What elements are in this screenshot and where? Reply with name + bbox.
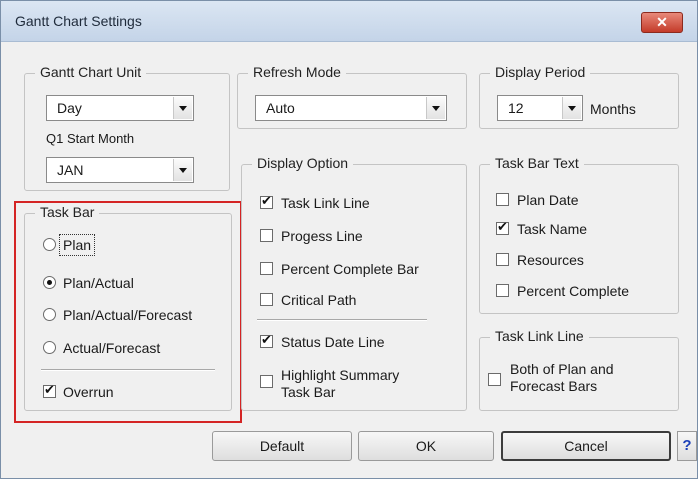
ok-button[interactable]: OK — [358, 431, 494, 461]
task-link-line-checkbox[interactable] — [260, 194, 273, 209]
refresh-mode-label: Refresh Mode — [248, 64, 346, 80]
q1-start-month-label: Q1 Start Month — [46, 131, 135, 146]
plan-actual-radio-label: Plan/Actual — [63, 275, 134, 291]
plan-radio[interactable] — [43, 238, 56, 251]
q1-start-month-select[interactable]: JAN — [46, 157, 194, 183]
gantt-unit-value: Day — [57, 100, 82, 116]
close-button[interactable]: ✕ — [641, 12, 683, 33]
help-icon: ? — [682, 437, 692, 454]
display-period-unit: Months — [590, 101, 636, 117]
plan-actual-radio[interactable] — [43, 276, 56, 289]
chevron-down-icon[interactable] — [173, 159, 192, 181]
percent-complete-checkbox[interactable] — [496, 284, 509, 297]
actual-forecast-radio-label: Actual/Forecast — [63, 340, 161, 356]
both-plan-forecast-label: Both of Plan and Forecast Bars — [510, 361, 614, 394]
plan-actual-forecast-radio-label: Plan/Actual/Forecast — [63, 307, 193, 323]
task-name-label: Task Name — [517, 221, 588, 237]
chevron-down-icon[interactable] — [562, 97, 581, 119]
status-date-line-checkbox[interactable] — [260, 333, 273, 348]
display-period-value: 12 — [508, 100, 524, 116]
task-link-line-group-label: Task Link Line — [490, 328, 589, 344]
percent-complete-bar-checkbox[interactable] — [260, 262, 273, 275]
title-bar: Gantt Chart Settings ✕ — [1, 1, 697, 42]
percent-complete-label: Percent Complete — [517, 283, 630, 299]
display-option-separator — [257, 319, 427, 321]
gantt-unit-select[interactable]: Day — [46, 95, 194, 121]
progess-line-label: Progess Line — [281, 228, 363, 244]
task-link-line-label: Task Link Line — [281, 195, 370, 211]
plan-date-label: Plan Date — [517, 192, 579, 208]
help-button[interactable]: ? — [677, 431, 697, 461]
default-button[interactable]: Default — [212, 431, 352, 461]
plan-radio-label: Plan — [63, 237, 92, 253]
chevron-down-icon[interactable] — [426, 97, 445, 119]
task-bar-text-label: Task Bar Text — [490, 155, 584, 171]
actual-forecast-radio[interactable] — [43, 341, 56, 354]
overrun-label: Overrun — [63, 384, 114, 400]
task-bar-separator — [41, 369, 215, 371]
chevron-down-icon[interactable] — [173, 97, 192, 119]
critical-path-label: Critical Path — [281, 292, 357, 308]
plan-date-checkbox[interactable] — [496, 193, 509, 206]
gantt-chart-unit-label: Gantt Chart Unit — [35, 64, 147, 80]
gantt-settings-dialog: Gantt Chart Settings ✕ Gantt Chart Unit … — [0, 0, 698, 479]
resources-label: Resources — [517, 252, 584, 268]
critical-path-checkbox[interactable] — [260, 293, 273, 306]
task-name-checkbox[interactable] — [496, 220, 509, 235]
progess-line-checkbox[interactable] — [260, 229, 273, 242]
display-option-label: Display Option — [252, 155, 354, 171]
close-icon: ✕ — [656, 14, 668, 30]
percent-complete-bar-label: Percent Complete Bar — [281, 261, 419, 277]
overrun-checkbox[interactable] — [43, 383, 56, 398]
refresh-mode-select[interactable]: Auto — [255, 95, 447, 121]
highlight-summary-checkbox[interactable] — [260, 375, 273, 388]
resources-checkbox[interactable] — [496, 253, 509, 266]
display-period-label: Display Period — [490, 64, 591, 80]
display-period-select[interactable]: 12 — [497, 95, 583, 121]
highlight-summary-label: Highlight Summary Task Bar — [281, 367, 400, 400]
window-title: Gantt Chart Settings — [15, 13, 142, 29]
refresh-mode-value: Auto — [266, 100, 295, 116]
plan-actual-forecast-radio[interactable] — [43, 308, 56, 321]
q1-start-month-value: JAN — [57, 162, 84, 178]
both-plan-forecast-checkbox[interactable] — [488, 373, 501, 386]
cancel-button[interactable]: Cancel — [501, 431, 671, 461]
status-date-line-label: Status Date Line — [281, 334, 385, 350]
